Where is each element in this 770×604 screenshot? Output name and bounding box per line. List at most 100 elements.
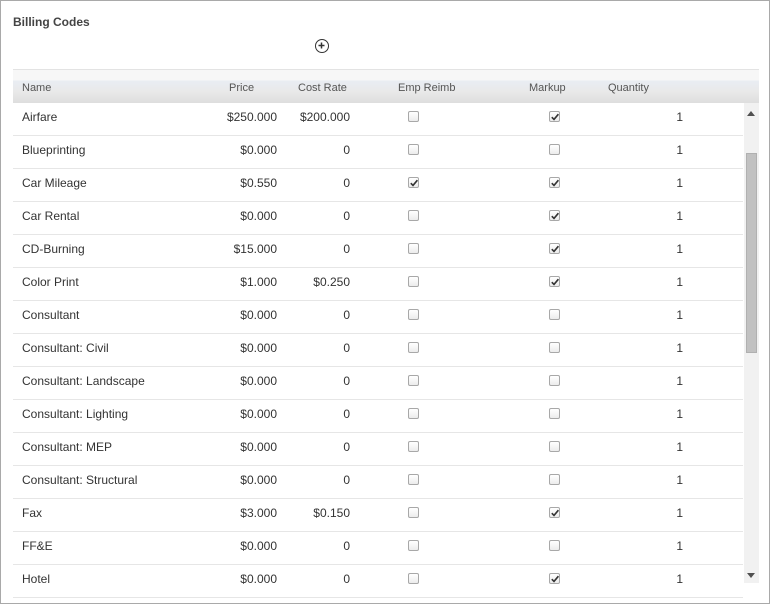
cell-name: Hotel [22,572,51,586]
markup-checkbox[interactable] [549,309,560,320]
scroll-up-arrow-icon[interactable] [747,111,755,116]
table-row[interactable]: Car Mileage $0.550 0 1 [13,169,743,202]
emp-reimb-checkbox[interactable] [408,507,419,518]
cell-quantity: 1 [676,209,683,223]
markup-checkbox[interactable] [549,177,560,188]
markup-checkbox[interactable] [549,342,560,353]
add-billing-code-button[interactable] [315,39,329,53]
cell-cost-rate: 0 [343,143,350,157]
table-row[interactable]: Airfare $250.000 $200.000 1 [13,103,743,136]
cell-cost-rate: 0 [343,242,350,256]
plus-circle-icon [318,42,325,49]
emp-reimb-checkbox[interactable] [408,276,419,287]
column-header-cost-rate[interactable]: Cost Rate [298,82,347,94]
cell-name: Car Mileage [22,176,87,190]
markup-checkbox[interactable] [549,507,560,518]
cell-price: $0.000 [240,143,277,157]
cell-price: $0.000 [240,440,277,454]
cell-quantity: 1 [676,275,683,289]
markup-checkbox[interactable] [549,540,560,551]
table-row[interactable]: Color Print $1.000 $0.250 1 [13,268,743,301]
emp-reimb-checkbox[interactable] [408,144,419,155]
cell-price: $0.000 [240,539,277,553]
markup-checkbox[interactable] [549,408,560,419]
cell-name: Color Print [22,275,79,289]
scroll-down-arrow-icon[interactable] [747,573,755,578]
panel-title: Billing Codes [13,15,90,29]
cell-name: FF&E [22,539,53,553]
table-row[interactable]: Consultant: Civil $0.000 0 1 [13,334,743,367]
emp-reimb-checkbox[interactable] [408,177,419,188]
emp-reimb-checkbox[interactable] [408,342,419,353]
markup-checkbox[interactable] [549,144,560,155]
markup-checkbox[interactable] [549,243,560,254]
cell-cost-rate: 0 [343,308,350,322]
cell-cost-rate: 0 [343,374,350,388]
cell-quantity: 1 [676,242,683,256]
markup-checkbox[interactable] [549,111,560,122]
cell-price: $0.000 [240,374,277,388]
markup-checkbox[interactable] [549,474,560,485]
cell-name: Consultant: Lighting [22,407,129,421]
cell-name: Consultant: MEP [22,440,113,454]
table-row[interactable]: Consultant: Structural $0.000 0 1 [13,466,743,499]
table-row[interactable]: Consultant $0.000 0 1 [13,301,743,334]
cell-cost-rate: 0 [343,341,350,355]
table-row[interactable]: FF&E $0.000 0 1 [13,532,743,565]
emp-reimb-checkbox[interactable] [408,243,419,254]
column-header-name[interactable]: Name [22,82,51,94]
scroll-thumb[interactable] [746,153,757,353]
cell-quantity: 1 [676,341,683,355]
cell-cost-rate: 0 [343,407,350,421]
table-row[interactable]: Consultant: Lighting $0.000 0 1 [13,400,743,433]
table-row[interactable]: Consultant: Landscape $0.000 0 1 [13,367,743,400]
cell-cost-rate: 0 [343,209,350,223]
cell-quantity: 1 [676,407,683,421]
markup-checkbox[interactable] [549,375,560,386]
cell-price: $0.000 [240,572,277,586]
table-row[interactable]: Car Rental $0.000 0 1 [13,202,743,235]
cell-cost-rate: 0 [343,176,350,190]
cell-quantity: 1 [676,308,683,322]
markup-checkbox[interactable] [549,276,560,287]
cell-quantity: 1 [676,143,683,157]
emp-reimb-checkbox[interactable] [408,375,419,386]
cell-quantity: 1 [676,440,683,454]
cell-quantity: 1 [676,506,683,520]
table-row[interactable]: Blueprinting $0.000 0 1 [13,136,743,169]
cell-quantity: 1 [676,473,683,487]
cell-name: Blueprinting [22,143,86,157]
table-row[interactable]: Consultant: MEP $0.000 0 1 [13,433,743,466]
column-header-emp-reimb[interactable]: Emp Reimb [398,82,455,94]
cell-quantity: 1 [676,374,683,388]
vertical-scrollbar[interactable] [744,103,759,583]
cell-cost-rate: 0 [343,440,350,454]
emp-reimb-checkbox[interactable] [408,474,419,485]
emp-reimb-checkbox[interactable] [408,111,419,122]
cell-quantity: 1 [676,110,683,124]
table-row[interactable]: CD-Burning $15.000 0 1 [13,235,743,268]
emp-reimb-checkbox[interactable] [408,210,419,221]
cell-name: Airfare [22,110,58,124]
table-row[interactable]: Hotel $0.000 0 1 [13,565,743,598]
table-row[interactable]: Fax $3.000 $0.150 1 [13,499,743,532]
cell-price: $0.000 [240,473,277,487]
cell-cost-rate: 0 [343,539,350,553]
cell-cost-rate: 0 [343,473,350,487]
column-header-markup[interactable]: Markup [529,82,566,94]
emp-reimb-checkbox[interactable] [408,441,419,452]
billing-codes-grid: Name Price Cost Rate Emp Reimb Markup Qu… [13,69,759,603]
column-header-price[interactable]: Price [229,82,254,94]
emp-reimb-checkbox[interactable] [408,540,419,551]
emp-reimb-checkbox[interactable] [408,408,419,419]
cell-quantity: 1 [676,176,683,190]
markup-checkbox[interactable] [549,573,560,584]
emp-reimb-checkbox[interactable] [408,309,419,320]
cell-price: $0.000 [240,308,277,322]
markup-checkbox[interactable] [549,441,560,452]
cell-price: $3.000 [240,506,277,520]
column-header-quantity[interactable]: Quantity [608,82,649,94]
cell-price: $250.000 [226,110,277,124]
markup-checkbox[interactable] [549,210,560,221]
emp-reimb-checkbox[interactable] [408,573,419,584]
